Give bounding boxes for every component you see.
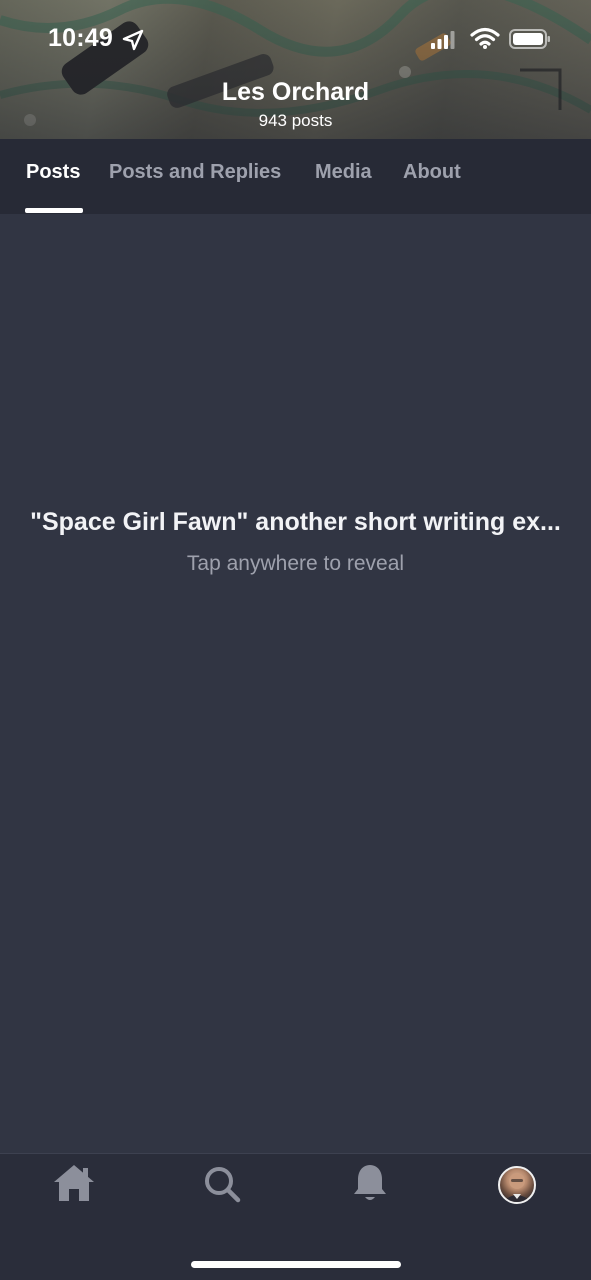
home-indicator — [191, 1261, 401, 1268]
post-count: 943 posts — [258, 111, 333, 130]
status-bar: 10:49 — [0, 0, 591, 80]
profile-name: Les Orchard — [221, 78, 370, 106]
home-icon[interactable] — [52, 1163, 96, 1203]
active-tab-indicator — [25, 208, 83, 213]
status-time: 10:49 — [48, 24, 113, 52]
wifi-icon — [470, 27, 500, 49]
battery-icon — [509, 29, 550, 49]
location-arrow-icon — [122, 29, 144, 51]
bell-icon[interactable] — [352, 1163, 388, 1203]
hidden-post-area[interactable]: "Space Girl Fawn" another short writing … — [0, 214, 591, 1153]
tab-media[interactable]: Media — [315, 139, 372, 214]
tab-about[interactable]: About — [403, 139, 461, 214]
avatar-image — [503, 1173, 531, 1202]
cellular-signal-icon — [431, 31, 455, 49]
search-icon[interactable] — [203, 1165, 241, 1203]
avatar[interactable] — [498, 1166, 536, 1204]
profile-screen: 10:49 Les Orchard 943 posts Posts Posts … — [0, 0, 591, 1280]
tab-posts[interactable]: Posts — [26, 139, 80, 214]
reveal-hint: Tap anywhere to reveal — [186, 552, 405, 575]
tab-posts-and-replies[interactable]: Posts and Replies — [109, 139, 281, 214]
profile-tabs: Posts Posts and Replies Media About — [0, 139, 591, 214]
hidden-post-title: "Space Girl Fawn" another short writing … — [30, 508, 561, 536]
bottom-nav — [0, 1153, 591, 1280]
